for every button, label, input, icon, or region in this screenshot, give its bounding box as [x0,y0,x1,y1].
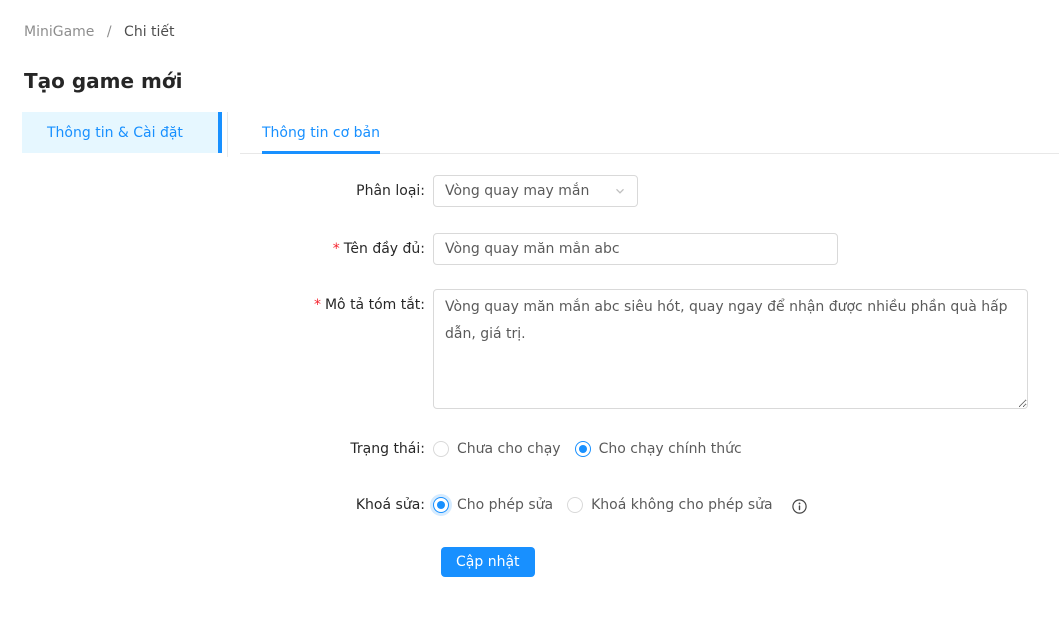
sidebar-item-thong-tin-cai-dat[interactable]: Thông tin & Cài đặt [22,112,222,153]
lock-edit-label: Khoá sửa: [0,489,433,521]
breadcrumb: MiniGame / Chi tiết [24,24,175,40]
chevron-down-icon [614,185,626,197]
radio-button [433,497,449,513]
info-circle-icon[interactable] [792,499,807,514]
breadcrumb-item-minigame[interactable]: MiniGame [24,24,94,40]
form-row-status: Trạng thái: Chưa cho chạy Cho chạy chính… [0,433,1059,465]
description-textarea[interactable]: Vòng quay măn mắn abc siêu hót, quay nga… [433,289,1028,409]
breadcrumb-item-chi-tiet: Chi tiết [124,24,174,40]
status-radio-group: Chưa cho chạy Cho chạy chính thức [433,433,756,465]
tab-label: Thông tin cơ bản [262,125,380,141]
category-select[interactable]: Vòng quay may mắn [433,175,638,207]
radio-button [575,441,591,457]
radio-button [433,441,449,457]
breadcrumb-separator: / [107,24,112,40]
status-label: Trạng thái: [0,433,433,465]
tab-bar: Thông tin cơ bản [240,112,1059,154]
radio-label: Cho chạy chính thức [599,441,742,457]
lock-edit-radio-group: Cho phép sửa Khoá không cho phép sửa [433,489,807,521]
radio-chua-cho-chay[interactable]: Chưa cho chạy [433,441,561,457]
full-name-label: *Tên đầy đủ: [0,233,433,265]
form-row-lock-edit: Khoá sửa: Cho phép sửa Khoá không cho ph… [0,489,1059,521]
form-row-description: *Mô tả tóm tắt: Vòng quay măn mắn abc si… [0,289,1059,409]
form: Phân loại: Vòng quay may mắn *Tên đầy đủ… [0,175,1059,577]
active-tab-indicator [262,151,380,154]
radio-button [567,497,583,513]
required-asterisk: * [333,241,340,257]
form-row-full-name: *Tên đầy đủ: [0,233,1059,265]
category-select-value: Vòng quay may mắn [445,183,589,199]
tab-thong-tin-co-ban[interactable]: Thông tin cơ bản [262,112,380,153]
update-button[interactable]: Cập nhật [441,547,535,577]
form-actions: Cập nhật [0,547,1059,577]
category-label: Phân loại: [0,175,433,207]
radio-dot [579,445,587,453]
full-name-label-text: Tên đầy đủ: [344,241,425,257]
radio-label: Cho phép sửa [457,497,553,513]
description-label-text: Mô tả tóm tắt: [325,297,425,313]
full-name-input[interactable] [433,233,838,265]
radio-label: Khoá không cho phép sửa [591,497,772,513]
page-title: Tạo game mới [24,69,182,93]
radio-cho-phep-sua[interactable]: Cho phép sửa [433,497,553,513]
radio-dot [437,501,445,509]
description-label: *Mô tả tóm tắt: [0,289,433,321]
radio-label: Chưa cho chạy [457,441,561,457]
form-row-category: Phân loại: Vòng quay may mắn [0,175,1059,207]
radio-cho-chay-chinh-thuc[interactable]: Cho chạy chính thức [575,441,742,457]
required-asterisk: * [314,297,321,313]
sidebar-item-label: Thông tin & Cài đặt [47,125,183,141]
radio-khoa-khong-cho-phep-sua[interactable]: Khoá không cho phép sửa [567,497,772,513]
left-nav: Thông tin & Cài đặt [0,112,228,157]
